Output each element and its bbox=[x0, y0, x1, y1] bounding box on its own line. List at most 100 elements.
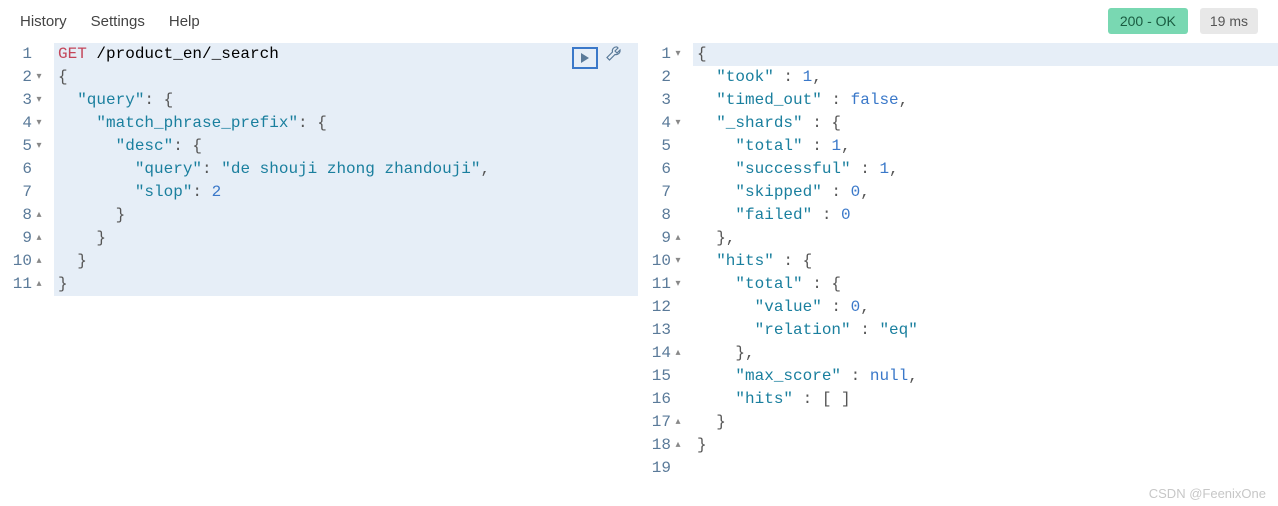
line-number: 6 bbox=[22, 158, 32, 181]
code-line[interactable]: "slop": 2 bbox=[54, 181, 638, 204]
response-pane: 1▾234▾56789▴10▾11▾121314▴151617▴18▴19 { … bbox=[639, 43, 1278, 506]
code-line[interactable]: }, bbox=[693, 342, 1278, 365]
menu-help[interactable]: Help bbox=[169, 13, 200, 30]
code-line[interactable]: "failed" : 0 bbox=[693, 204, 1278, 227]
token: , bbox=[860, 183, 870, 201]
token: , bbox=[480, 160, 490, 178]
code-line[interactable]: "desc": { bbox=[54, 135, 638, 158]
token: "_shards" bbox=[716, 114, 802, 132]
line-number: 9 bbox=[661, 227, 671, 250]
fold-toggle-icon[interactable]: ▴ bbox=[673, 411, 683, 434]
code-line[interactable]: "_shards" : { bbox=[693, 112, 1278, 135]
watermark: CSDN @FeenixOne bbox=[1149, 486, 1266, 501]
fold-toggle-icon[interactable]: ▾ bbox=[673, 112, 683, 135]
gutter-line: 17▴ bbox=[647, 411, 683, 434]
code-line[interactable]: } bbox=[693, 411, 1278, 434]
response-editor[interactable]: 1▾234▾56789▴10▾11▾121314▴151617▴18▴19 { … bbox=[639, 43, 1278, 480]
gutter-line: 2 bbox=[647, 66, 683, 89]
fold-toggle-icon[interactable]: ▾ bbox=[34, 112, 44, 135]
gutter-line: 18▴ bbox=[647, 434, 683, 457]
menubar: History Settings Help 200 - OK 19 ms bbox=[0, 0, 1278, 43]
code-line[interactable]: } bbox=[54, 273, 638, 296]
menu-history[interactable]: History bbox=[20, 13, 67, 30]
token bbox=[697, 390, 735, 408]
code-line[interactable]: "relation" : "eq" bbox=[693, 319, 1278, 342]
code-line[interactable]: } bbox=[54, 250, 638, 273]
code-line[interactable]: { bbox=[54, 66, 638, 89]
token: 1 bbox=[879, 160, 889, 178]
token: "query" bbox=[77, 91, 144, 109]
line-number: 9 bbox=[22, 227, 32, 250]
line-number: 14 bbox=[652, 342, 671, 365]
fold-toggle-icon[interactable]: ▾ bbox=[34, 66, 44, 89]
gutter-line: 1▾ bbox=[647, 43, 683, 66]
code-line[interactable]: { bbox=[693, 43, 1278, 66]
code-line[interactable]: "skipped" : 0, bbox=[693, 181, 1278, 204]
wrench-icon bbox=[604, 45, 622, 63]
gutter-line: 15 bbox=[647, 365, 683, 388]
fold-toggle-icon[interactable]: ▾ bbox=[34, 89, 44, 112]
fold-toggle-icon[interactable]: ▴ bbox=[673, 434, 683, 457]
token: "total" bbox=[735, 137, 802, 155]
fold-toggle-icon[interactable]: ▴ bbox=[34, 250, 44, 273]
token: : [ ] bbox=[793, 390, 851, 408]
code-line[interactable]: "took" : 1, bbox=[693, 66, 1278, 89]
code-line[interactable]: } bbox=[693, 434, 1278, 457]
gutter-line: 6 bbox=[647, 158, 683, 181]
token: "eq" bbox=[879, 321, 917, 339]
code-line[interactable]: "query": { bbox=[54, 89, 638, 112]
line-number: 7 bbox=[661, 181, 671, 204]
gutter-line: 7 bbox=[8, 181, 44, 204]
fold-toggle-icon[interactable]: ▴ bbox=[673, 342, 683, 365]
line-number: 8 bbox=[22, 204, 32, 227]
token bbox=[697, 183, 735, 201]
request-editor[interactable]: 12▾3▾4▾5▾678▴9▴10▴11▴ GET /product_en/_s… bbox=[0, 43, 638, 296]
gutter-line: 9▴ bbox=[8, 227, 44, 250]
code-line[interactable]: "hits" : { bbox=[693, 250, 1278, 273]
token: false bbox=[851, 91, 899, 109]
line-number: 13 bbox=[652, 319, 671, 342]
fold-toggle-icon[interactable]: ▴ bbox=[34, 273, 44, 296]
token: { bbox=[697, 45, 707, 63]
gutter-line: 14▴ bbox=[647, 342, 683, 365]
token bbox=[58, 160, 135, 178]
code-line[interactable]: } bbox=[54, 204, 638, 227]
request-actions bbox=[572, 45, 622, 71]
token: "relation" bbox=[755, 321, 851, 339]
code-line[interactable]: } bbox=[54, 227, 638, 250]
code-line[interactable]: "match_phrase_prefix": { bbox=[54, 112, 638, 135]
run-button[interactable] bbox=[572, 47, 598, 69]
code-line[interactable]: GET /product_en/_search bbox=[54, 43, 638, 66]
code-line[interactable] bbox=[693, 457, 1278, 480]
code-line[interactable]: "total" : 1, bbox=[693, 135, 1278, 158]
code-line[interactable]: "successful" : 1, bbox=[693, 158, 1278, 181]
code-line[interactable]: "timed_out" : false, bbox=[693, 89, 1278, 112]
tools-button[interactable] bbox=[604, 45, 622, 71]
line-number: 3 bbox=[22, 89, 32, 112]
line-number: 4 bbox=[661, 112, 671, 135]
code-line[interactable]: }, bbox=[693, 227, 1278, 250]
fold-toggle-icon[interactable]: ▴ bbox=[34, 204, 44, 227]
code-line[interactable]: "total" : { bbox=[693, 273, 1278, 296]
fold-toggle-icon[interactable]: ▴ bbox=[673, 227, 683, 250]
token: : { bbox=[803, 275, 841, 293]
response-code[interactable]: { "took" : 1, "timed_out" : false, "_sha… bbox=[693, 43, 1278, 480]
code-line[interactable]: "query": "de shouji zhong zhandouji", bbox=[54, 158, 638, 181]
code-line[interactable]: "max_score" : null, bbox=[693, 365, 1278, 388]
fold-toggle-icon[interactable]: ▾ bbox=[673, 250, 683, 273]
fold-toggle-icon[interactable]: ▾ bbox=[673, 273, 683, 296]
menu-settings[interactable]: Settings bbox=[91, 13, 145, 30]
token bbox=[697, 68, 716, 86]
fold-toggle-icon[interactable]: ▾ bbox=[673, 43, 683, 66]
code-line[interactable]: "hits" : [ ] bbox=[693, 388, 1278, 411]
token: : { bbox=[774, 252, 812, 270]
token bbox=[697, 137, 735, 155]
token: : bbox=[851, 160, 880, 178]
status-badge: 200 - OK bbox=[1108, 8, 1188, 34]
token: , bbox=[889, 160, 899, 178]
request-code[interactable]: GET /product_en/_search{ "query": { "mat… bbox=[54, 43, 638, 296]
code-line[interactable]: "value" : 0, bbox=[693, 296, 1278, 319]
fold-toggle-icon[interactable]: ▾ bbox=[34, 135, 44, 158]
fold-toggle-icon[interactable]: ▴ bbox=[34, 227, 44, 250]
token: } bbox=[58, 229, 106, 247]
